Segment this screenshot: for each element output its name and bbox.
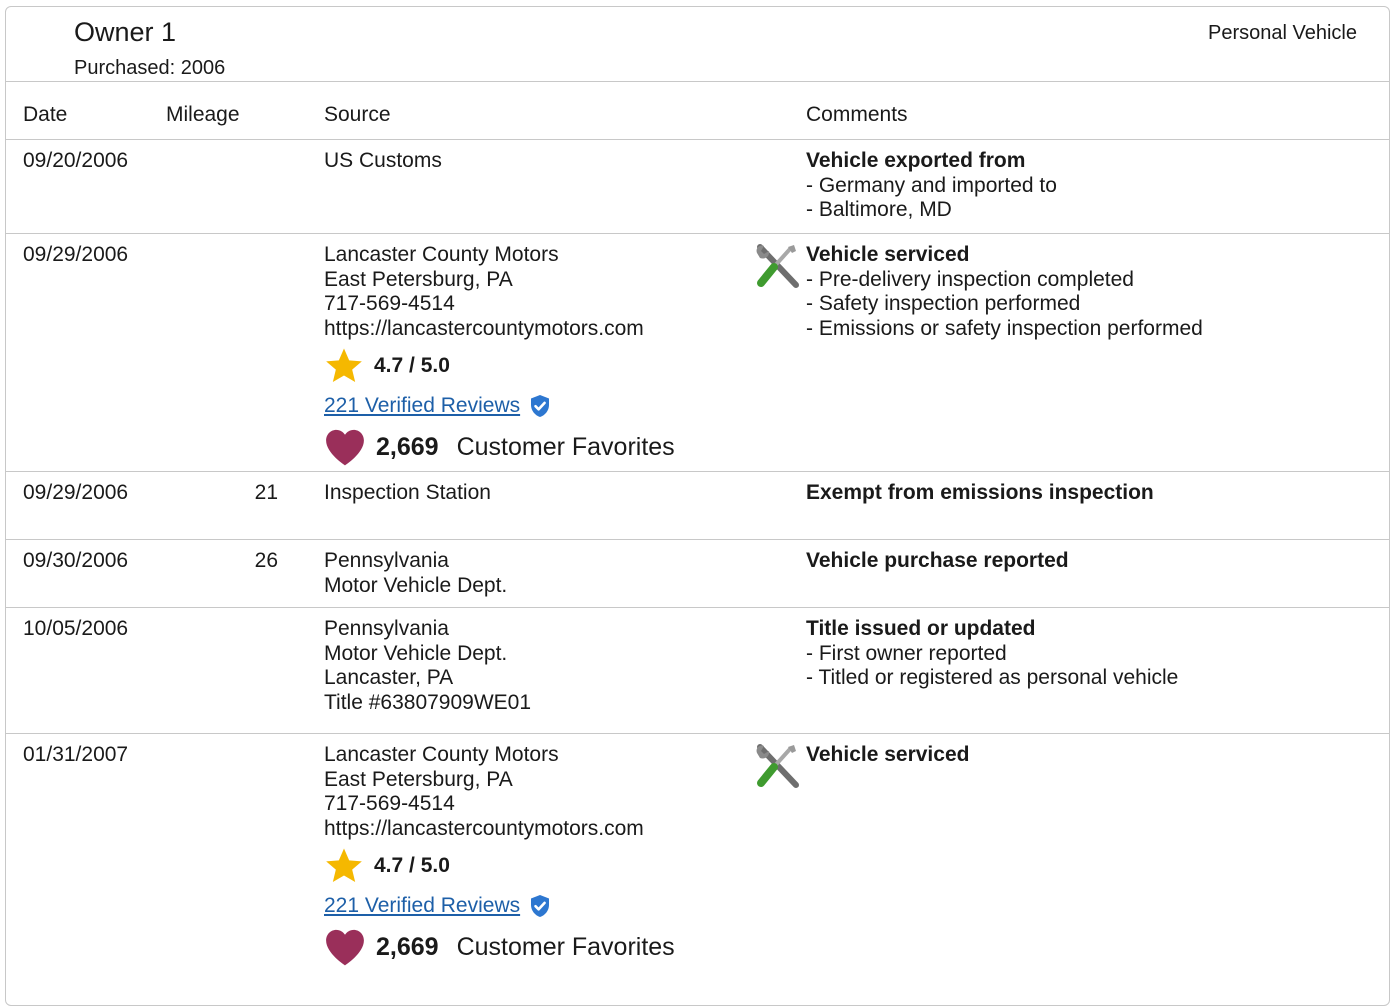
row-source: Lancaster County Motors East Petersburg,… xyxy=(324,243,675,469)
row-mileage: 21 xyxy=(254,481,278,504)
row-source: Pennsylvania Motor Vehicle Dept. xyxy=(324,549,507,598)
header-comments: Comments xyxy=(806,103,908,126)
favorites-count: 2,669 xyxy=(376,932,439,961)
reviews-row: 221 Verified Reviews xyxy=(324,389,675,423)
reviews-row: 221 Verified Reviews xyxy=(324,889,675,923)
rating-value: 4.7 / 5.0 xyxy=(374,853,450,877)
star-icon xyxy=(326,348,362,382)
heart-icon xyxy=(326,929,364,966)
row-date: 09/29/2006 xyxy=(23,243,129,266)
table-row: 09/30/2006 26 Pennsylvania Motor Vehicle… xyxy=(6,539,1389,607)
customer-favorites: 2,669 Customer Favorites xyxy=(324,425,675,469)
comment-title: Vehicle serviced xyxy=(806,743,970,766)
comment-title: Exempt from emissions inspection xyxy=(806,481,1154,504)
row-comments: Vehicle purchase reported xyxy=(806,549,1069,574)
header-source: Source xyxy=(324,103,391,126)
comment-line: - Titled or registered as personal vehic… xyxy=(806,666,1179,689)
row-date: 09/29/2006 xyxy=(23,481,129,504)
comment-line: - First owner reported xyxy=(806,641,1007,665)
rating-value: 4.7 / 5.0 xyxy=(374,353,450,377)
row-date: 09/20/2006 xyxy=(23,149,129,172)
wrench-screwdriver-icon xyxy=(756,744,799,788)
comment-line: - Baltimore, MD xyxy=(806,198,952,221)
dealer-location: East Petersburg, PA xyxy=(324,267,513,291)
favorites-label: Customer Favorites xyxy=(456,932,675,961)
comment-title: Title issued or updated xyxy=(806,617,1036,640)
table-row: 10/05/2006 Pennsylvania Motor Vehicle De… xyxy=(6,607,1389,733)
comment-line: - Germany and imported to xyxy=(806,173,1057,197)
vehicle-type: Personal Vehicle xyxy=(1208,22,1357,44)
row-date: 01/31/2007 xyxy=(23,743,129,766)
row-source: US Customs xyxy=(324,149,442,174)
header-date: Date xyxy=(23,103,68,126)
source-line: Pennsylvania xyxy=(324,617,449,640)
verified-shield-icon xyxy=(531,395,550,417)
dealer-phone: 717-569-4514 xyxy=(324,292,455,315)
dealer-rating: 4.7 / 5.0 xyxy=(324,347,675,385)
row-source: Lancaster County Motors East Petersburg,… xyxy=(324,743,675,969)
row-source: Inspection Station xyxy=(324,481,491,506)
dealer-name: Lancaster County Motors xyxy=(324,243,559,266)
owner-card: Owner 1 Purchased: 2006 Personal Vehicle… xyxy=(5,6,1390,1006)
table-header: Date Mileage Source Comments xyxy=(6,81,1389,139)
row-comments: Vehicle exported from - Germany and impo… xyxy=(806,149,1057,223)
star-icon xyxy=(326,848,362,882)
dealer-name: Lancaster County Motors xyxy=(324,743,559,766)
dealer-website: https://lancastercountymotors.com xyxy=(324,316,644,340)
source-line: Motor Vehicle Dept. xyxy=(324,573,508,597)
row-comments: Exempt from emissions inspection xyxy=(806,481,1154,506)
title-number: Title #63807909WE01 xyxy=(324,690,532,714)
owner-title: Owner 1 xyxy=(74,17,177,47)
purchased-date: Purchased: 2006 xyxy=(74,57,226,79)
comment-line: - Pre-delivery inspection completed xyxy=(806,267,1134,291)
comment-title: Vehicle exported from xyxy=(806,149,1026,172)
favorites-count: 2,669 xyxy=(376,432,439,461)
dealer-rating: 4.7 / 5.0 xyxy=(324,847,675,885)
dealer-phone: 717-569-4514 xyxy=(324,792,455,815)
row-source: Pennsylvania Motor Vehicle Dept. Lancast… xyxy=(324,617,531,715)
source-line: Pennsylvania xyxy=(324,549,449,572)
verified-reviews-link[interactable]: 221 Verified Reviews xyxy=(324,394,520,419)
table-row: 09/29/2006 Lancaster County Motors East … xyxy=(6,233,1389,471)
favorites-label: Customer Favorites xyxy=(456,432,675,461)
row-comments: Vehicle serviced xyxy=(806,743,969,768)
comment-title: Vehicle serviced xyxy=(806,243,970,266)
table-row: 01/31/2007 Lancaster County Motors East … xyxy=(6,733,1389,973)
source-line: Lancaster, PA xyxy=(324,666,454,689)
table-row: 09/20/2006 US Customs Vehicle exported f… xyxy=(6,139,1389,233)
customer-favorites: 2,669 Customer Favorites xyxy=(324,925,675,969)
header-mileage: Mileage xyxy=(166,103,240,126)
table-row: 09/29/2006 21 Inspection Station Exempt … xyxy=(6,471,1389,539)
comment-line: - Emissions or safety inspection perform… xyxy=(806,316,1203,340)
source-line: Motor Vehicle Dept. xyxy=(324,641,508,665)
source-line: US Customs xyxy=(324,149,442,172)
heart-icon xyxy=(326,429,364,466)
row-mileage: 26 xyxy=(254,549,278,572)
dealer-location: East Petersburg, PA xyxy=(324,767,513,791)
row-date: 10/05/2006 xyxy=(23,617,129,640)
verified-shield-icon xyxy=(531,895,550,917)
row-comments: Title issued or updated - First owner re… xyxy=(806,617,1178,691)
comment-line: - Safety inspection performed xyxy=(806,292,1081,315)
row-comments: Vehicle serviced - Pre-delivery inspecti… xyxy=(806,243,1203,341)
dealer-website: https://lancastercountymotors.com xyxy=(324,816,644,840)
comment-title: Vehicle purchase reported xyxy=(806,549,1069,572)
source-line: Inspection Station xyxy=(324,481,491,504)
wrench-screwdriver-icon xyxy=(756,244,799,288)
row-date: 09/30/2006 xyxy=(23,549,129,572)
verified-reviews-link[interactable]: 221 Verified Reviews xyxy=(324,894,520,919)
